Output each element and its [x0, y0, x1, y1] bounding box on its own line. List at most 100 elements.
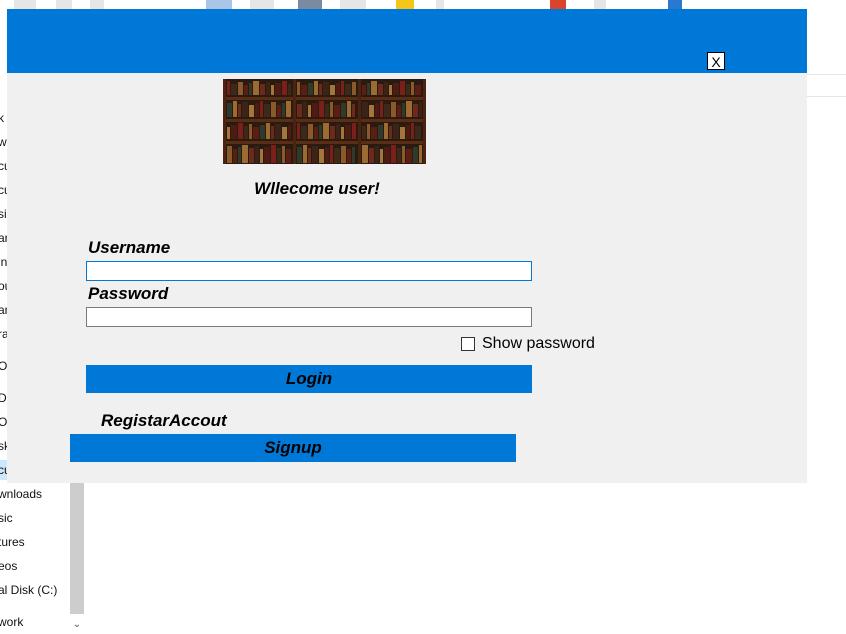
book-spine	[301, 126, 307, 139]
ribbon-icon[interactable]	[14, 0, 36, 9]
book-spine	[330, 102, 333, 117]
signup-button[interactable]: Signup	[70, 434, 516, 462]
username-label: Username	[88, 238, 171, 257]
book-spine	[406, 125, 410, 139]
book-spine	[406, 101, 412, 117]
book-spine	[282, 103, 285, 117]
book-spine	[308, 148, 311, 163]
nav-item[interactable]: w	[0, 132, 7, 152]
book-spine	[244, 126, 248, 139]
book-spine	[314, 81, 318, 95]
bookshelf-image	[223, 79, 426, 164]
close-button[interactable]: X	[707, 52, 725, 70]
book-spine	[297, 82, 300, 95]
book-spine	[411, 123, 414, 139]
nav-item[interactable]: sic	[0, 508, 13, 528]
book-spine	[286, 101, 291, 117]
book-spine	[397, 148, 401, 163]
book-spine	[384, 104, 390, 117]
nav-item[interactable]: al Disk (C:)	[0, 580, 57, 600]
ribbon-icon[interactable]	[668, 0, 682, 9]
show-password-label[interactable]: Show password	[482, 335, 595, 353]
book-spine	[419, 145, 422, 163]
book-spine	[297, 147, 302, 163]
book-spine	[308, 124, 313, 139]
book-spine	[323, 82, 329, 95]
book-spine	[352, 82, 356, 95]
book-spine	[264, 104, 270, 117]
book-spine	[406, 149, 412, 163]
book-spine	[330, 145, 333, 163]
book-spine	[413, 104, 418, 117]
book-spine	[227, 81, 230, 95]
login-button[interactable]: Login	[86, 365, 532, 393]
password-input[interactable]	[86, 307, 532, 327]
book-spine	[264, 147, 270, 163]
book-spine	[271, 145, 276, 163]
ribbon-icon[interactable]	[250, 0, 274, 9]
book-spine	[319, 84, 322, 95]
book-spine	[406, 84, 410, 95]
username-input[interactable]	[86, 261, 532, 281]
book-spine	[271, 102, 276, 117]
book-spine	[380, 149, 383, 163]
show-password-checkbox[interactable]: Show password	[461, 335, 595, 353]
scroll-down-icon[interactable]: ⌄	[70, 616, 84, 634]
book-spine	[255, 103, 259, 117]
nav-item[interactable]: work	[0, 612, 23, 632]
book-spine	[231, 125, 237, 139]
book-spine	[393, 124, 399, 139]
ribbon-icon[interactable]	[206, 0, 232, 9]
book-spine	[369, 105, 374, 117]
book-spine	[238, 104, 241, 117]
book-spine	[303, 145, 307, 163]
book-spine	[413, 147, 418, 163]
nav-item[interactable]: si	[0, 204, 7, 224]
book-spine	[378, 84, 383, 95]
book-spine	[266, 123, 270, 139]
ribbon-icon[interactable]	[90, 0, 104, 9]
book-spine	[400, 127, 405, 139]
book-spine	[260, 125, 265, 139]
book-spine	[303, 102, 307, 117]
book-spine	[233, 101, 237, 117]
ribbon-icon[interactable]	[396, 0, 414, 9]
book-spine	[249, 83, 252, 95]
checkbox-box[interactable]	[461, 337, 475, 351]
book-spine	[375, 146, 379, 163]
book-spine	[341, 127, 344, 139]
book-spine	[227, 103, 232, 117]
book-spine	[282, 81, 287, 95]
nav-item[interactable]: k	[0, 108, 4, 128]
book-spine	[367, 124, 370, 139]
nav-item[interactable]: eos	[0, 556, 17, 576]
book-spine	[277, 148, 281, 163]
book-spine	[286, 149, 291, 163]
book-spine	[301, 85, 307, 95]
book-spine	[288, 125, 291, 139]
ribbon-icon[interactable]	[436, 0, 444, 9]
book-spine	[341, 146, 346, 163]
login-window: X Wllecome user! Username Password Show …	[7, 9, 807, 483]
book-spine	[249, 105, 254, 117]
nav-scrollbar-thumb[interactable]	[70, 468, 84, 614]
book-spine	[242, 145, 248, 163]
book-spine	[415, 85, 421, 95]
ribbon-icon[interactable]	[594, 0, 606, 9]
ribbon-icon[interactable]	[550, 0, 566, 9]
book-spine	[352, 104, 355, 117]
book-spine	[341, 103, 346, 117]
title-bar[interactable]	[7, 9, 807, 73]
book-spine	[242, 102, 248, 117]
book-spine	[231, 84, 237, 95]
book-spine	[352, 123, 356, 139]
ribbon-icon[interactable]	[340, 0, 366, 9]
nav-item[interactable]: tures	[0, 532, 25, 552]
ribbon-icon[interactable]	[56, 0, 72, 9]
book-spine	[288, 84, 291, 95]
ribbon-icon[interactable]	[298, 0, 322, 9]
nav-item[interactable]: wnloads	[0, 484, 42, 504]
book-spine	[375, 103, 379, 117]
book-spine	[323, 123, 329, 139]
book-spine	[334, 148, 340, 163]
